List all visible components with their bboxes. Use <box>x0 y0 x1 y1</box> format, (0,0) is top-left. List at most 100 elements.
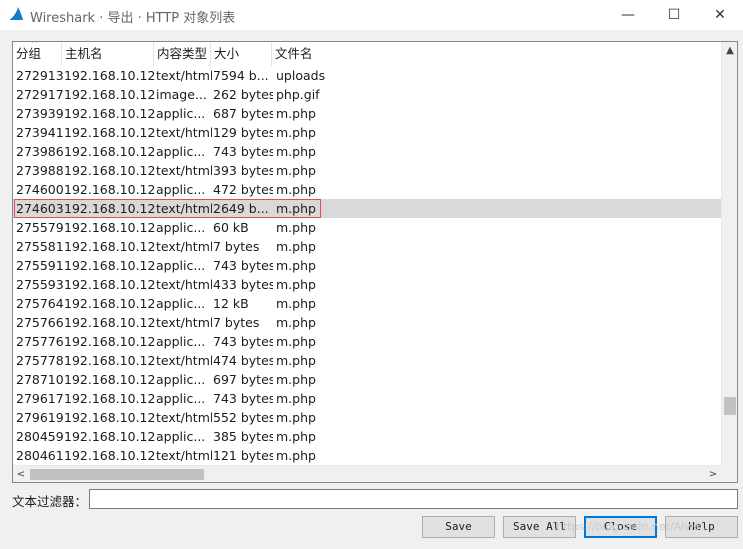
table-row[interactable]: 273986 192.168.10.128 applic... 743 bytes m.… <box>13 142 721 161</box>
table-cell: 192.168.10.128 <box>64 296 156 311</box>
table-cell: m.php <box>276 258 316 273</box>
table-row[interactable]: 274600 192.168.10.128 applic... 472 bytes m.… <box>13 180 721 199</box>
table-row[interactable]: 275766 192.168.10.128 text/html 7 bytes m.ph… <box>13 313 721 332</box>
table-row[interactable]: 275776 192.168.10.128 applic... 743 bytes m.… <box>13 332 721 351</box>
table-cell: m.php <box>276 372 316 387</box>
http-object-list[interactable]: ^ 分组 主机名 内容类型 大小 文件名 272913 192.168.10.12… <box>12 41 738 483</box>
table-cell: 275778 <box>16 353 64 368</box>
table-cell: 743 bytes <box>213 391 273 406</box>
scroll-up-arrow-icon[interactable]: ▲ <box>722 42 737 59</box>
table-cell: 273988 <box>16 163 64 178</box>
table-row[interactable]: 275579 192.168.10.128 applic... 60 kB m.php <box>13 218 721 237</box>
close-button[interactable]: Close <box>584 516 657 538</box>
save-button[interactable]: Save <box>422 516 495 538</box>
table-cell: 385 bytes <box>213 429 273 444</box>
table-cell: image... <box>156 87 207 102</box>
table-cell: m.php <box>276 391 316 406</box>
column-header-packet[interactable]: ^ 分组 <box>13 42 62 66</box>
scroll-right-arrow-icon[interactable]: > <box>705 466 721 482</box>
help-button[interactable]: Help <box>665 516 738 538</box>
table-cell: text/html <box>156 315 212 330</box>
table-cell: applic... <box>156 144 206 159</box>
column-header-hostname[interactable]: 主机名 <box>62 42 154 66</box>
table-cell: 274600 <box>16 182 64 197</box>
table-row[interactable]: 279617 192.168.10.128 applic... 743 bytes m.… <box>13 389 721 408</box>
scrollbar-corner <box>721 465 737 482</box>
table-cell: applic... <box>156 429 206 444</box>
table-cell: m.php <box>276 182 316 197</box>
table-cell: 275766 <box>16 315 64 330</box>
title-bar: Wireshark · 导出 · HTTP 对象列表 — ☐ ✕ <box>0 0 743 30</box>
save-all-button[interactable]: Save All <box>503 516 576 538</box>
table-cell: 275579 <box>16 220 64 235</box>
table-cell: 192.168.10.128 <box>64 429 156 444</box>
table-cell: m.php <box>276 334 316 349</box>
table-cell: 472 bytes <box>213 182 273 197</box>
text-filter-input[interactable] <box>89 489 738 509</box>
table-row[interactable]: 275764 192.168.10.128 applic... 12 kB m.php <box>13 294 721 313</box>
table-cell: 192.168.10.128 <box>64 353 156 368</box>
table-cell: m.php <box>276 277 316 292</box>
table-row[interactable]: 273941 192.168.10.128 text/html 129 bytes m.… <box>13 123 721 142</box>
table-cell: 192.168.10.128 <box>64 239 156 254</box>
table-row[interactable]: 275591 192.168.10.128 applic... 743 bytes m.… <box>13 256 721 275</box>
maximize-button[interactable]: ☐ <box>651 0 697 30</box>
table-cell: 272917 <box>16 87 64 102</box>
table-cell: 192.168.10.128 <box>64 372 156 387</box>
vertical-scrollbar[interactable]: ▲ <box>721 42 737 465</box>
list-rows: 272913 192.168.10.128 text/html 7594 b... up… <box>13 66 721 465</box>
table-cell: 743 bytes <box>213 258 273 273</box>
table-cell: 7 bytes <box>213 315 260 330</box>
table-cell: 2649 b... <box>213 201 269 216</box>
table-row[interactable]: 274603 192.168.10.128 text/html 2649 b... m.… <box>13 199 721 218</box>
table-cell: m.php <box>276 296 316 311</box>
table-cell: applic... <box>156 296 206 311</box>
table-row[interactable]: 280461 192.168.10.128 text/html 121 bytes m.… <box>13 446 721 465</box>
table-cell: applic... <box>156 220 206 235</box>
column-header-size[interactable]: 大小 <box>211 42 272 66</box>
sort-ascending-icon: ^ <box>31 41 38 48</box>
table-cell: 192.168.10.128 <box>64 277 156 292</box>
table-cell: 687 bytes <box>213 106 273 121</box>
scroll-left-arrow-icon[interactable]: < <box>13 466 29 482</box>
table-cell: 192.168.10.128 <box>64 163 156 178</box>
minimize-button[interactable]: — <box>605 0 651 30</box>
table-cell: 697 bytes <box>213 372 273 387</box>
table-cell: m.php <box>276 429 316 444</box>
table-row[interactable]: 275778 192.168.10.128 text/html 474 bytes m.… <box>13 351 721 370</box>
table-cell: uploads <box>276 68 326 83</box>
table-cell: m.php <box>276 125 316 140</box>
horizontal-scrollbar[interactable]: < > <box>13 465 721 482</box>
table-row[interactable]: 273988 192.168.10.128 text/html 393 bytes m.… <box>13 161 721 180</box>
table-cell: 60 kB <box>213 220 249 235</box>
vertical-scroll-thumb[interactable] <box>724 397 736 415</box>
table-row[interactable]: 278710 192.168.10.128 applic... 697 bytes m.… <box>13 370 721 389</box>
table-cell: php.gif <box>276 87 320 102</box>
table-cell: m.php <box>276 163 316 178</box>
column-header-filename[interactable]: 文件名 <box>272 42 721 66</box>
table-row[interactable]: 275581 192.168.10.128 text/html 7 bytes m.ph… <box>13 237 721 256</box>
column-header-content-type[interactable]: 内容类型 <box>154 42 211 66</box>
table-cell: 280459 <box>16 429 64 444</box>
table-row[interactable]: 273939 192.168.10.128 applic... 687 bytes m.… <box>13 104 721 123</box>
horizontal-scroll-thumb[interactable] <box>30 469 204 480</box>
table-row[interactable]: 275593 192.168.10.128 text/html 433 bytes m.… <box>13 275 721 294</box>
table-cell: 393 bytes <box>213 163 273 178</box>
table-cell: 273986 <box>16 144 64 159</box>
table-row[interactable]: 280459 192.168.10.128 applic... 385 bytes m.… <box>13 427 721 446</box>
table-cell: 192.168.10.128 <box>64 106 156 121</box>
table-cell: m.php <box>276 315 316 330</box>
table-cell: 192.168.10.128 <box>64 87 156 102</box>
table-row[interactable]: 272913 192.168.10.128 text/html 7594 b... up… <box>13 66 721 85</box>
close-window-button[interactable]: ✕ <box>697 0 743 30</box>
table-cell: 278710 <box>16 372 64 387</box>
table-row[interactable]: 272917 192.168.10.128 image... 262 bytes php… <box>13 85 721 104</box>
table-row[interactable]: 279619 192.168.10.128 text/html 552 bytes m.… <box>13 408 721 427</box>
table-cell: text/html <box>156 163 212 178</box>
table-cell: text/html <box>156 353 212 368</box>
table-cell: 192.168.10.128 <box>64 410 156 425</box>
table-cell: text/html <box>156 239 212 254</box>
table-cell: 274603 <box>16 201 64 216</box>
table-cell: 280461 <box>16 448 64 463</box>
wireshark-fin-icon <box>8 6 24 22</box>
